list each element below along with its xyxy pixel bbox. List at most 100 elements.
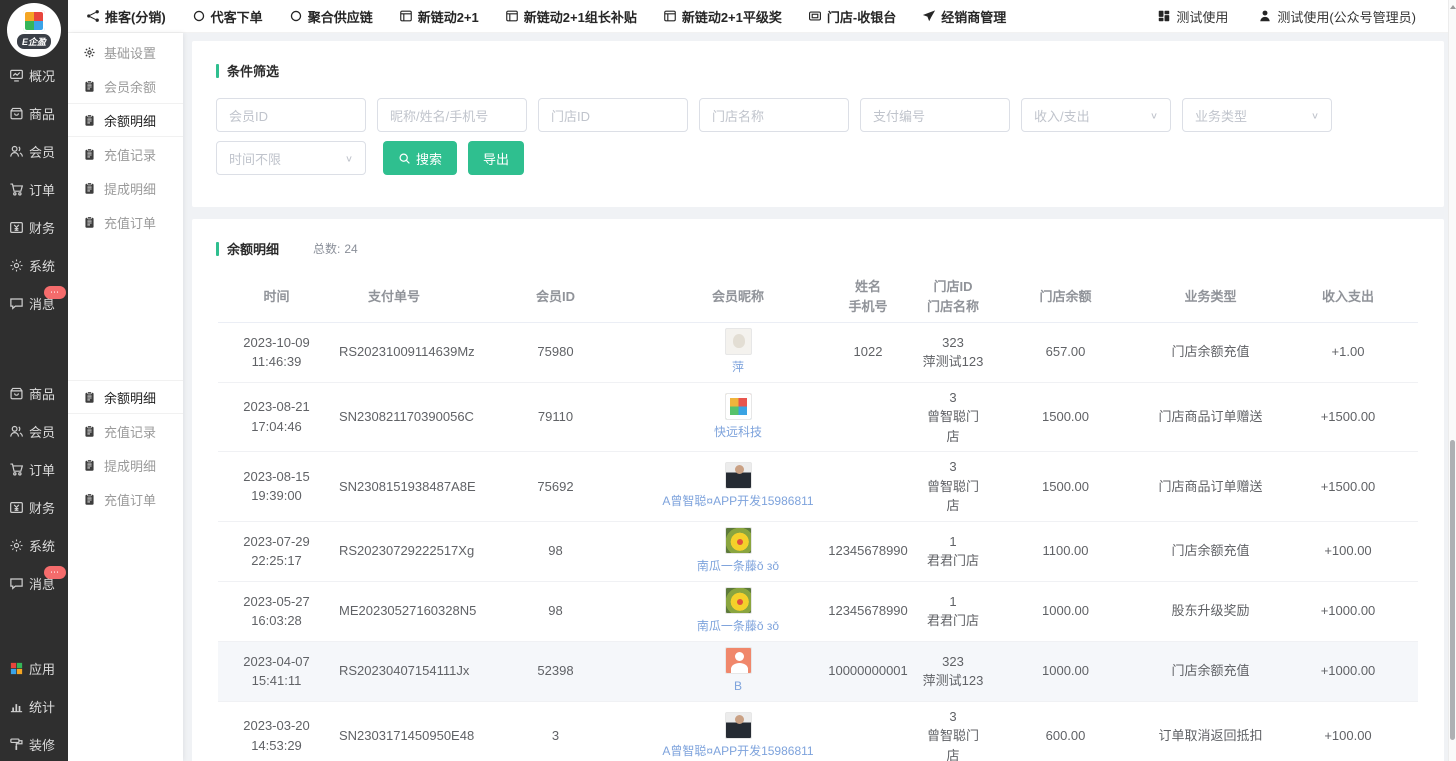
- top-nav-item[interactable]: 代客下单: [192, 7, 263, 26]
- cell-nickname: A曾智聪¤APP开发15986811: [658, 452, 818, 522]
- member-nickname-link[interactable]: B: [662, 677, 814, 695]
- cell-pay-no: RS20231009114639Mz: [335, 322, 453, 382]
- sidebar-item[interactable]: 商品: [0, 374, 68, 412]
- sidebar-item[interactable]: 会员: [0, 132, 68, 170]
- table-row[interactable]: 2023-08-21 17:04:46 SN230821170390056C 7…: [218, 382, 1418, 452]
- page-scrollbar[interactable]: [1448, 0, 1456, 761]
- sidebar-item[interactable]: 系统: [0, 526, 68, 564]
- store-id: 323: [922, 333, 984, 353]
- submenu-item[interactable]: 基础设置: [68, 35, 183, 69]
- sidebar-item[interactable]: 统计: [0, 687, 68, 725]
- table-row[interactable]: 2023-08-15 19:39:00 SN2308151938487A8E 7…: [218, 452, 1418, 522]
- top-nav-item[interactable]: 新链动2+1组长补贴: [505, 7, 637, 26]
- table-row[interactable]: 2023-07-29 22:25:17 RS20230729222517Xg 9…: [218, 521, 1418, 581]
- table-header-cell: 业务类型: [1143, 272, 1278, 322]
- top-nav-item[interactable]: 推客(分销): [86, 7, 166, 26]
- submenu-item-label: 充值订单: [104, 490, 156, 509]
- filter-field[interactable]: 收入/支出 ∨: [1021, 98, 1171, 132]
- time-range-select[interactable]: 时间不限 ∨: [216, 141, 366, 175]
- store-id: 1: [922, 532, 984, 552]
- table-header-row: 时间支付单号会员ID会员昵称姓名 手机号门店ID 门店名称门店余额业务类型收入支…: [218, 272, 1418, 322]
- sidebar-item[interactable]: 财务: [0, 208, 68, 246]
- submenu-item[interactable]: 充值订单: [68, 482, 183, 516]
- member-avatar: [725, 328, 752, 355]
- sidebar-item[interactable]: 消息 ⋯: [0, 284, 68, 322]
- sidebar-item[interactable]: 订单: [0, 450, 68, 488]
- table-header-cell: 收入支出: [1278, 272, 1418, 322]
- member-nickname-link[interactable]: 南瓜一条藤ǒ зǒ: [662, 557, 814, 575]
- filter-field[interactable]: 门店名称 ∨: [699, 98, 849, 132]
- sidebar-item[interactable]: 装修: [0, 725, 68, 761]
- scroll-up-icon[interactable]: [1450, 5, 1456, 9]
- filter-field[interactable]: 昵称/姓名/手机号 ∨: [377, 98, 527, 132]
- submenu-item[interactable]: 余额明细: [68, 380, 183, 414]
- sidebar-item[interactable]: 概况: [0, 56, 68, 94]
- search-button[interactable]: 搜索: [383, 141, 457, 175]
- board-icon: [399, 9, 413, 23]
- sidebar-item[interactable]: 消息 ⋯: [0, 564, 68, 602]
- sidebar-item[interactable]: 系统: [0, 246, 68, 284]
- cell-phone: [818, 452, 918, 522]
- cell-nickname: 南瓜一条藤ǒ зǒ: [658, 581, 818, 641]
- submenu-group-top: 基础设置 会员余额 余额明细 充值记录 提成明细: [68, 35, 183, 239]
- filter-field[interactable]: 支付编号 ∨: [860, 98, 1010, 132]
- top-nav-item[interactable]: 门店-收银台: [808, 7, 896, 26]
- finance-icon: [9, 500, 24, 515]
- filter-field[interactable]: 会员ID ∨: [216, 98, 366, 132]
- member-nickname-link[interactable]: 南瓜一条藤ǒ зǒ: [662, 617, 814, 635]
- top-nav-item[interactable]: 新链动2+1: [399, 7, 479, 26]
- cell-pay-no: RS20230729222517Xg: [335, 521, 453, 581]
- top-nav-item[interactable]: 新链动2+1平级奖: [663, 7, 782, 26]
- cell-member-id: 75980: [453, 322, 658, 382]
- sidebar-item[interactable]: 商品: [0, 94, 68, 132]
- sidebar-group-bottom: 应用 统计 装修: [0, 649, 68, 761]
- member-nickname-link[interactable]: A曾智聪¤APP开发15986811: [662, 492, 814, 510]
- sidebar-item-label: 订单: [29, 460, 55, 479]
- board-icon: [663, 9, 677, 23]
- submenu-item[interactable]: 充值记录: [68, 137, 183, 171]
- app-logo[interactable]: E企盈: [7, 3, 61, 57]
- submenu-item[interactable]: 提成明细: [68, 448, 183, 482]
- sidebar-item[interactable]: 应用: [0, 649, 68, 687]
- circle-icon: [192, 9, 206, 23]
- submenu-item[interactable]: 会员余额: [68, 69, 183, 103]
- doc-icon: [83, 391, 96, 404]
- doc-icon: [83, 425, 96, 438]
- table-row[interactable]: 2023-10-09 11:46:39 RS20231009114639Mz 7…: [218, 322, 1418, 382]
- message-badge: ⋯: [44, 286, 66, 299]
- top-nav-item[interactable]: 聚合供应链: [289, 7, 373, 26]
- filter-fields-row: 会员ID ∨ 昵称/姓名/手机号 ∨ 门店ID ∨ 门店名称: [216, 98, 1420, 132]
- table-row[interactable]: 2023-05-27 16:03:28 ME20230527160328N5 9…: [218, 581, 1418, 641]
- member-nickname-link[interactable]: 萍: [662, 358, 814, 376]
- sidebar-item[interactable]: 订单: [0, 170, 68, 208]
- top-nav-account-item[interactable]: 测试使用: [1157, 7, 1228, 26]
- submenu-item[interactable]: 余额明细: [68, 103, 183, 137]
- sidebar-item[interactable]: 会员: [0, 412, 68, 450]
- filter-field[interactable]: 业务类型 ∨: [1182, 98, 1332, 132]
- member-nickname-link[interactable]: 快远科技: [662, 423, 814, 441]
- submenu-item[interactable]: 提成明细: [68, 171, 183, 205]
- doc-icon: [83, 216, 96, 229]
- top-nav-account-label: 测试使用(公众号管理员): [1277, 7, 1416, 26]
- cell-store: 3 曾智聪门店: [918, 701, 988, 761]
- filter-field-placeholder: 支付编号: [873, 106, 925, 125]
- table-header-cell: 支付单号: [335, 272, 453, 322]
- filter-field[interactable]: 门店ID ∨: [538, 98, 688, 132]
- top-nav-item[interactable]: 经销商管理: [922, 7, 1006, 26]
- scrollbar-thumb[interactable]: [1450, 440, 1455, 740]
- table-header-cell: 会员昵称: [658, 272, 818, 322]
- sidebar-item[interactable]: 财务: [0, 488, 68, 526]
- submenu-item[interactable]: 充值记录: [68, 414, 183, 448]
- filter-field-placeholder: 门店ID: [551, 106, 590, 125]
- cell-member-id: 98: [453, 581, 658, 641]
- overview-icon: [9, 68, 24, 83]
- table-row[interactable]: 2023-03-20 14:53:29 SN2303171450950E48 3…: [218, 701, 1418, 761]
- member-nickname-link[interactable]: A曾智聪¤APP开发15986811: [662, 742, 814, 760]
- export-button[interactable]: 导出: [468, 141, 524, 175]
- top-nav-account-item[interactable]: 测试使用(公众号管理员): [1258, 7, 1416, 26]
- submenu-item[interactable]: 充值订单: [68, 205, 183, 239]
- total-count: 总数:24: [313, 240, 358, 257]
- table-header-cell: 门店ID 门店名称: [918, 272, 988, 322]
- table-row[interactable]: 2023-04-07 15:41:11 RS20230407154111Jx 5…: [218, 641, 1418, 701]
- doc-icon: [83, 114, 96, 127]
